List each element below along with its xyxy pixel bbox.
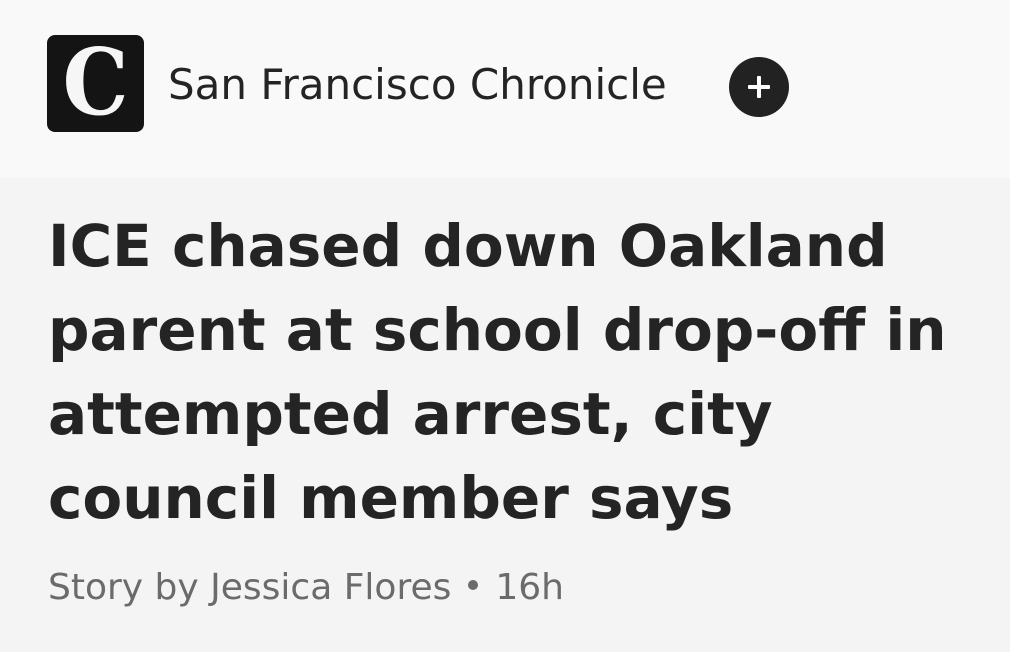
article-headline[interactable]: ICE chased down Oakland parent at school… (48, 204, 1003, 540)
article-age: 16h (495, 567, 564, 608)
publisher-logo[interactable]: C (47, 35, 144, 132)
publisher-name[interactable]: San Francisco Chronicle (168, 58, 667, 112)
article-byline-row: Story by Jessica Flores 16h (48, 564, 564, 612)
follow-button[interactable] (729, 57, 789, 117)
article-byline: Story by Jessica Flores (48, 567, 452, 608)
separator-dot (468, 580, 479, 590)
logo-letter: C (62, 35, 129, 132)
plus-icon (748, 76, 770, 98)
publisher-header: C San Francisco Chronicle (0, 0, 1010, 178)
